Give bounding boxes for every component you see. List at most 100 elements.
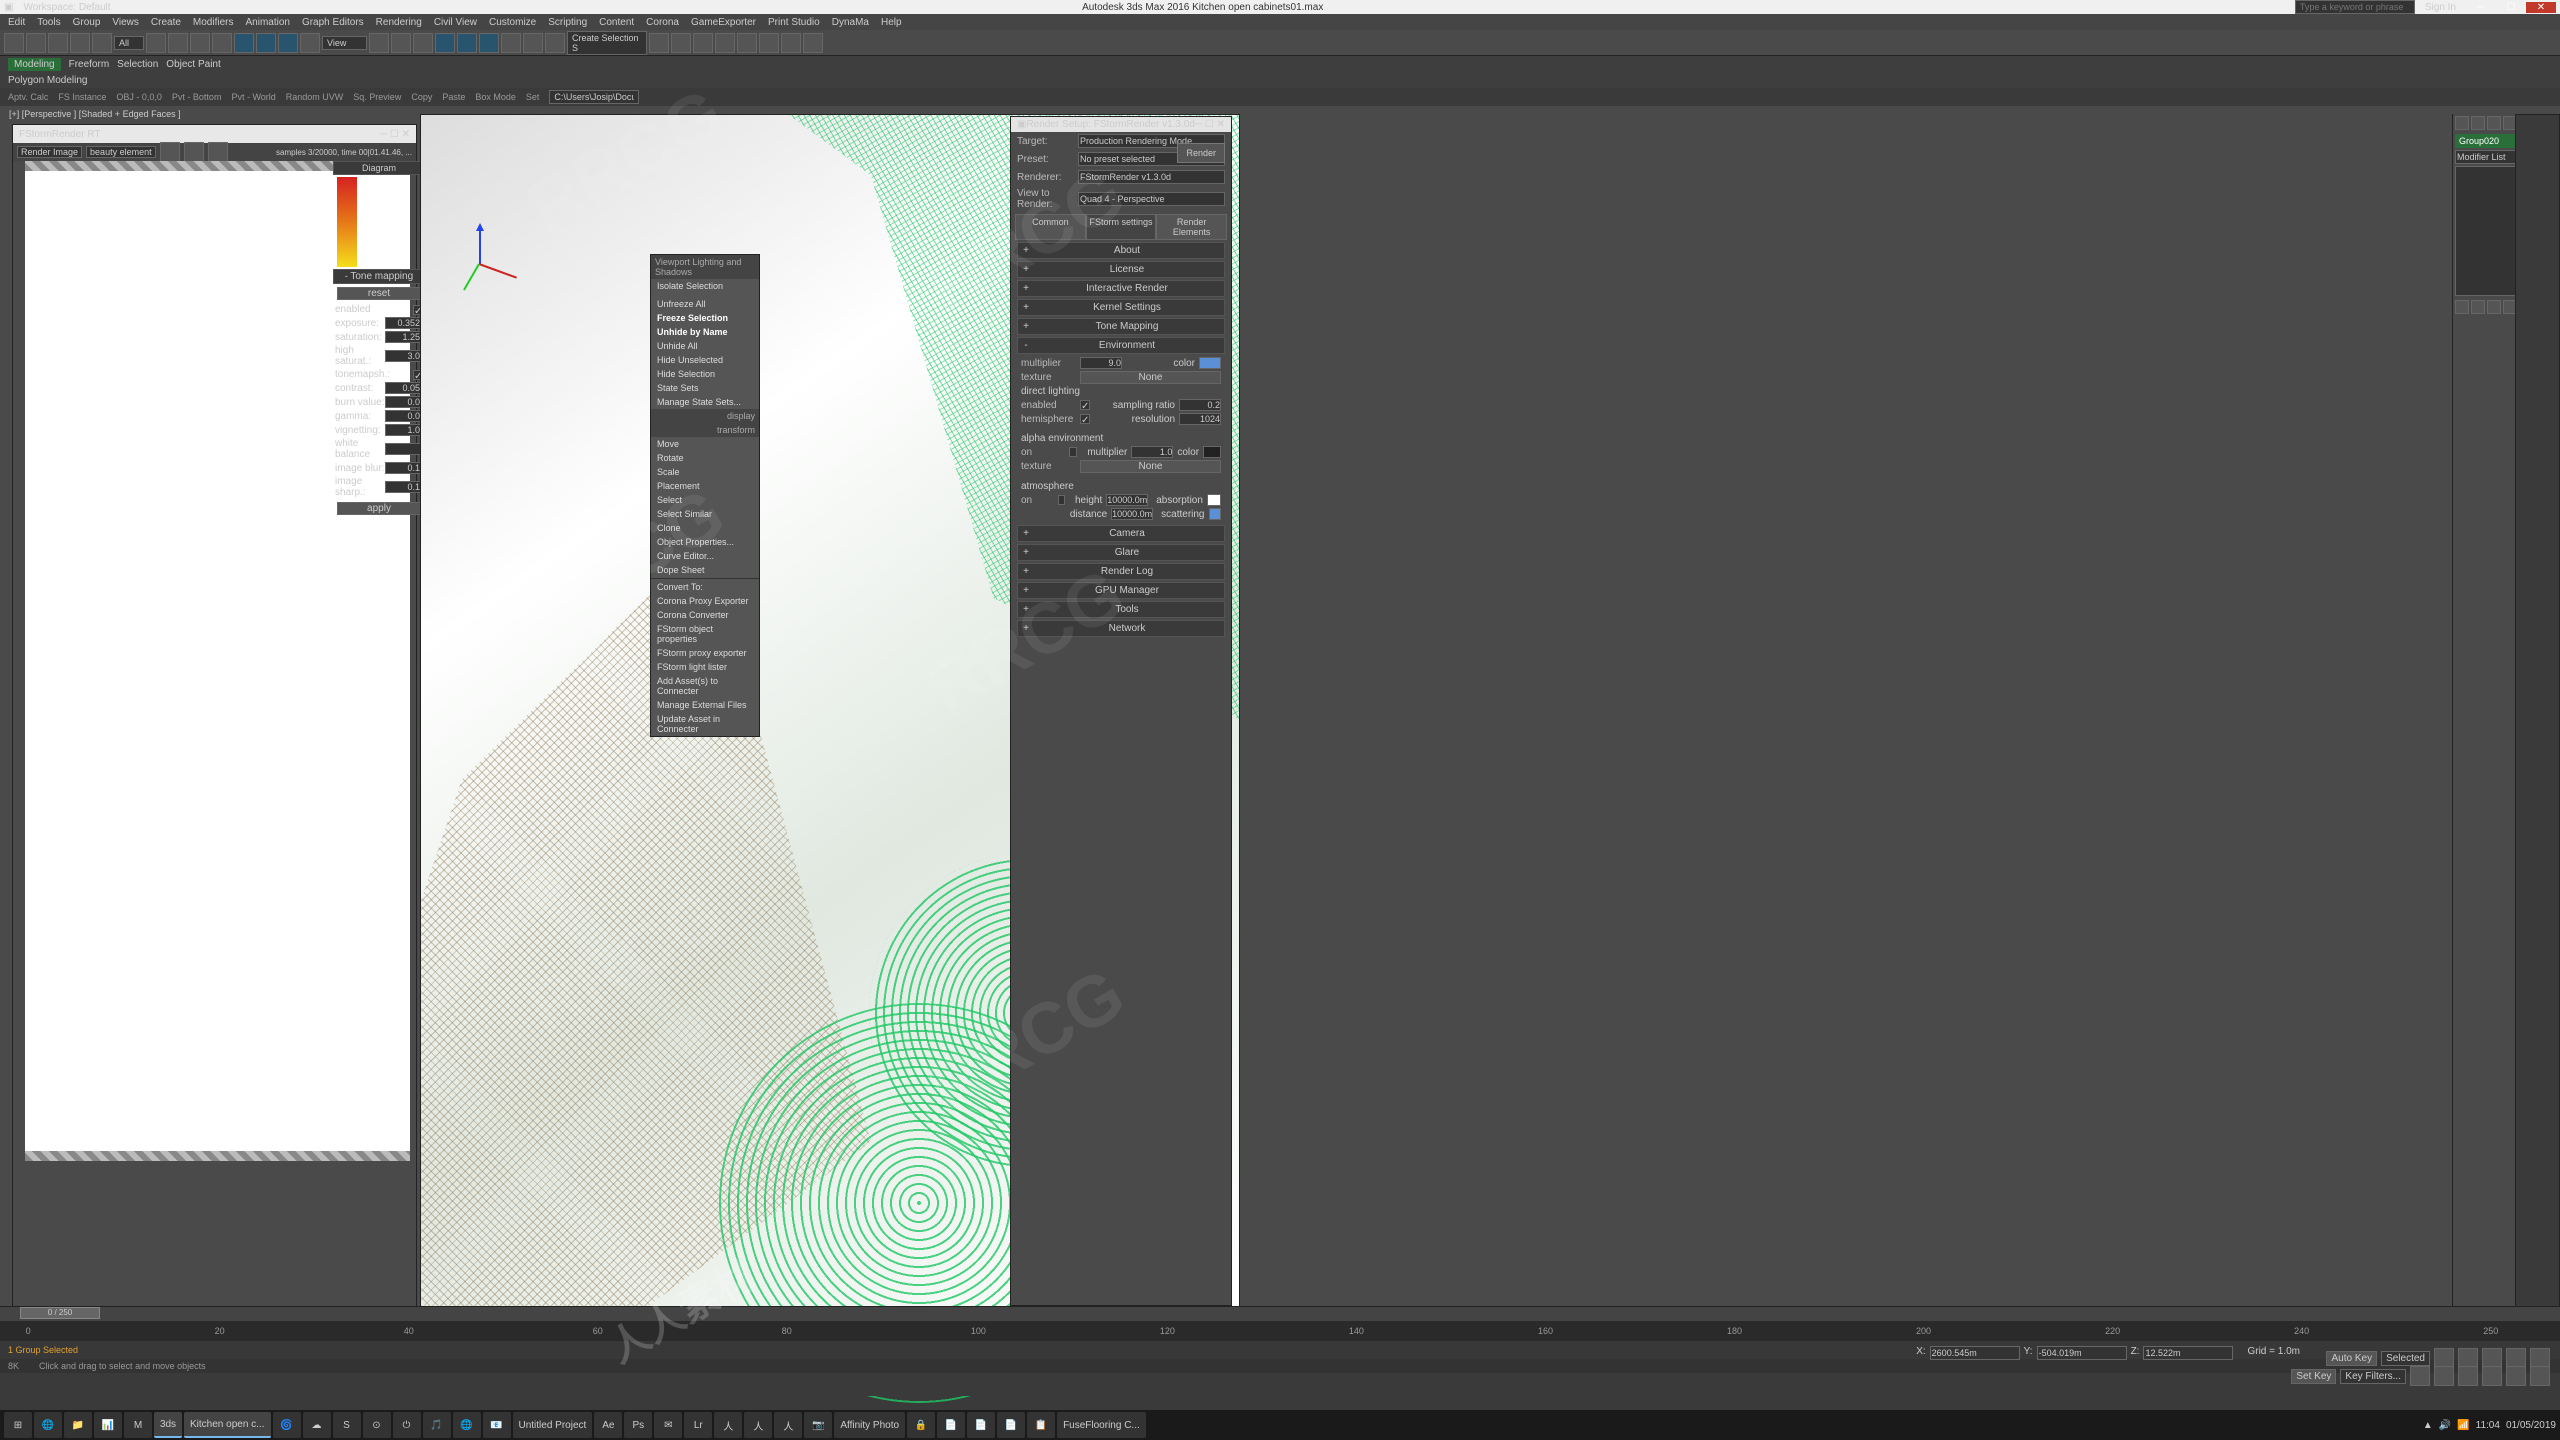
taskbar-item[interactable]: FuseFlooring C...	[1057, 1412, 1146, 1438]
taskbar-item[interactable]: ⊙	[363, 1412, 391, 1438]
taskbar-item[interactable]: 📧	[483, 1412, 511, 1438]
nav-fov-icon[interactable]	[2458, 1366, 2478, 1386]
section-interactive-render[interactable]: +Interactive Render	[1017, 280, 1225, 297]
ctx-item[interactable]: Clone	[651, 521, 759, 535]
setkey-button[interactable]: Set Key	[2291, 1369, 2336, 1384]
tex2-select[interactable]: None	[1080, 460, 1221, 473]
ctx-item[interactable]: Unfreeze All	[651, 297, 759, 311]
tonemap-header[interactable]: - Tone mapping	[333, 269, 425, 284]
selection-set-select[interactable]: Create Selection S	[567, 31, 647, 55]
nav-zoom-icon[interactable]	[2410, 1366, 2430, 1386]
menu-content[interactable]: Content	[599, 17, 634, 28]
ctx-item[interactable]: Update Asset in Connecter	[651, 712, 759, 736]
prev-frame-icon[interactable]	[2458, 1348, 2478, 1368]
gizmo-y-axis[interactable]	[463, 264, 480, 291]
taskbar-item[interactable]: 🌀	[273, 1412, 301, 1438]
time-ruler[interactable]: 020406080100120140160180200220240250	[0, 1321, 2560, 1341]
hotbar-set[interactable]: Set	[526, 92, 540, 102]
refsys-select[interactable]: View	[322, 36, 367, 50]
ctx-item[interactable]: Object Properties...	[651, 535, 759, 549]
tab-object-paint[interactable]: Object Paint	[166, 59, 220, 70]
section-kernel-settings[interactable]: +Kernel Settings	[1017, 299, 1225, 316]
select-region-button[interactable]	[190, 33, 210, 53]
ctx-item[interactable]: FStorm object properties	[651, 622, 759, 646]
rt-copy-icon[interactable]	[184, 142, 204, 162]
workspace-label[interactable]: Workspace: Default	[23, 2, 110, 13]
hotbar-pvt---bottom[interactable]: Pvt - Bottom	[172, 92, 222, 102]
rotate-button[interactable]	[256, 33, 276, 53]
rt-save-icon[interactable]	[160, 142, 180, 162]
color2-swatch[interactable]	[1203, 446, 1221, 458]
nav-orbit-icon[interactable]	[2506, 1366, 2526, 1386]
minimize-button[interactable]: ─	[2466, 2, 2496, 13]
undo-button[interactable]	[4, 33, 24, 53]
coord-y[interactable]	[2037, 1346, 2127, 1360]
tm-input[interactable]	[385, 424, 423, 436]
menu-graph-editors[interactable]: Graph Editors	[302, 17, 364, 28]
keymode-button[interactable]	[413, 33, 433, 53]
taskbar-item[interactable]: Ae	[594, 1412, 622, 1438]
rt-mode1[interactable]: Render Image	[17, 146, 82, 158]
hotbar-paste[interactable]: Paste	[442, 92, 465, 102]
scatter-swatch[interactable]	[1209, 508, 1222, 520]
menu-dynama[interactable]: DynaMa	[832, 17, 869, 28]
show-result-icon[interactable]	[2471, 300, 2485, 314]
hotbar-pvt---world[interactable]: Pvt - World	[231, 92, 275, 102]
ctx-item[interactable]: Isolate Selection	[651, 279, 759, 293]
mult2-input[interactable]	[1131, 446, 1173, 458]
render-setup-button[interactable]	[759, 33, 779, 53]
signin-link[interactable]: Sign In	[2425, 2, 2456, 13]
tab-render-elements[interactable]: Render Elements	[1156, 214, 1227, 240]
tm-input[interactable]	[385, 443, 423, 455]
taskbar-item[interactable]: 📷	[804, 1412, 832, 1438]
tab-fstorm[interactable]: FStorm settings	[1086, 214, 1157, 240]
manip-button[interactable]	[391, 33, 411, 53]
section-about[interactable]: +About	[1017, 242, 1225, 259]
on-check[interactable]	[1069, 447, 1077, 457]
taskbar-item[interactable]: 🎵	[423, 1412, 451, 1438]
tm-input[interactable]	[385, 462, 423, 474]
menu-views[interactable]: Views	[112, 17, 139, 28]
apply-button[interactable]: apply	[337, 502, 421, 515]
window-crossing-button[interactable]	[212, 33, 232, 53]
edit-set-button[interactable]	[523, 33, 543, 53]
ctx-item[interactable]: Move	[651, 437, 759, 451]
hotbar-random-uvw[interactable]: Random UVW	[286, 92, 344, 102]
taskbar-item[interactable]: 🌐	[453, 1412, 481, 1438]
enabled-check[interactable]: ✓	[1080, 400, 1090, 410]
menu-customize[interactable]: Customize	[489, 17, 536, 28]
tm-input[interactable]	[385, 350, 423, 362]
time-handle[interactable]: 0 / 250	[20, 1307, 100, 1319]
ctx-item[interactable]: Rotate	[651, 451, 759, 465]
taskbar-item[interactable]: ☁	[303, 1412, 331, 1438]
hotbar-obj---0-0-0[interactable]: OBJ - 0,0,0	[116, 92, 162, 102]
absorb-swatch[interactable]	[1207, 494, 1221, 506]
menu-civil-view[interactable]: Civil View	[434, 17, 477, 28]
transform-gizmo[interactable]	[451, 225, 511, 305]
ctx-item[interactable]: Curve Editor...	[651, 549, 759, 563]
align-button[interactable]	[649, 33, 669, 53]
hotbar-sq--preview[interactable]: Sq. Preview	[353, 92, 401, 102]
tm-input[interactable]	[385, 317, 423, 329]
section-gpu-manager[interactable]: +GPU Manager	[1017, 582, 1225, 599]
select-button[interactable]	[146, 33, 166, 53]
ctx-item[interactable]: Hide Selection	[651, 367, 759, 381]
viewport-label[interactable]: [+] [Perspective ] [Shaded + Edged Faces…	[6, 108, 184, 120]
section-glare[interactable]: +Glare	[1017, 544, 1225, 561]
tab-freeform[interactable]: Freeform	[69, 59, 110, 70]
menu-create[interactable]: Create	[151, 17, 181, 28]
render-row-select[interactable]: FStormRender v1.3.0d	[1078, 170, 1225, 184]
ctx-item[interactable]: Select Similar	[651, 507, 759, 521]
taskbar-item[interactable]: 3ds	[154, 1412, 182, 1438]
link-button[interactable]	[48, 33, 68, 53]
spinner-snap-button[interactable]	[501, 33, 521, 53]
time-slider[interactable]: 0 / 250	[0, 1307, 2560, 1321]
menu-rendering[interactable]: Rendering	[376, 17, 422, 28]
tm-input[interactable]	[385, 481, 423, 493]
keyfilters-button[interactable]: Key Filters...	[2340, 1369, 2406, 1384]
nav-pan-icon[interactable]	[2482, 1366, 2502, 1386]
ctx-item[interactable]: FStorm light lister	[651, 660, 759, 674]
ctx-item[interactable]: Freeze Selection	[651, 311, 759, 325]
nav-zoomall-icon[interactable]	[2434, 1366, 2454, 1386]
ctx-item[interactable]: Unhide All	[651, 339, 759, 353]
